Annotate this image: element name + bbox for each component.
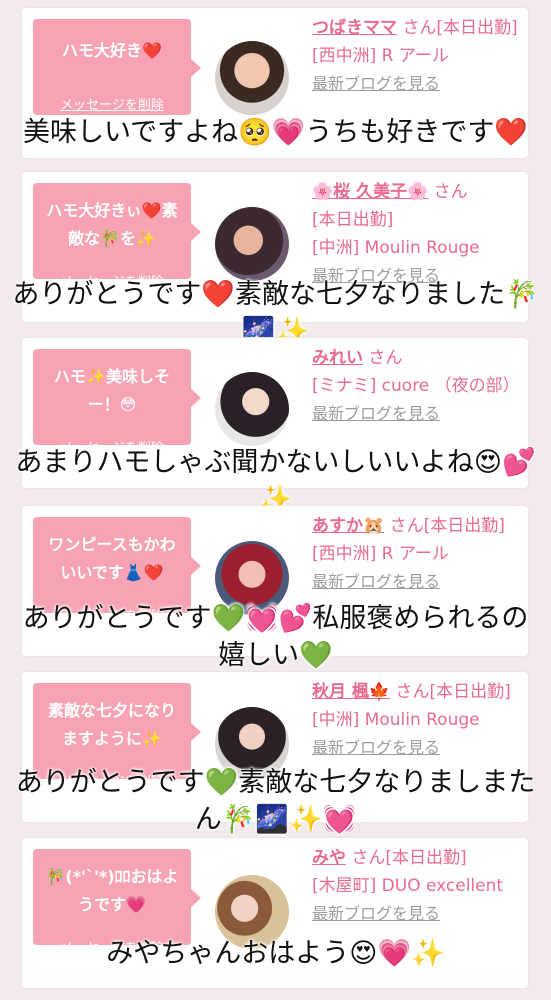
blog-link[interactable]: 最新ブログを見る — [312, 738, 440, 757]
status: [本日出勤] — [312, 210, 394, 230]
honorific: さん — [433, 182, 468, 202]
message-bubble: ワンピースもかわいいです👗❤️ メッセージを削除 — [33, 517, 201, 624]
message-text: ハモ✨美味しそー！😳 — [54, 367, 170, 414]
honorific: さん — [368, 348, 403, 368]
girl-name-link[interactable]: 🌸桜 久美子🌸 — [312, 182, 428, 202]
message-text: 素敵な七夕になりますように✨ — [47, 701, 176, 748]
girl-name-link[interactable]: みや — [312, 848, 346, 868]
reply-text: ありがとうです💚💓💕私服褒められるの嬉しい💚 — [22, 603, 529, 671]
shop-name[interactable]: [木屋町] DUO excellent — [312, 876, 503, 896]
message-bubble: ハモ大好きぃ❤️素敵な🎋を✨ メッセージを削除 — [33, 183, 201, 290]
message-bubble: 🎋(*'`'*)ﾛﾛおはようです💗 メッセージを削除 — [33, 849, 201, 956]
profile-info: みや さん[本日出勤] [木屋町] DUO excellent 最新ブログを見る — [312, 844, 522, 928]
message-text: ワンピースもかわいいです👗❤️ — [48, 535, 176, 582]
blog-link[interactable]: 最新ブログを見る — [312, 74, 440, 93]
profile-info: 🌸桜 久美子🌸 さん [本日出勤] [中洲] Moulin Rouge 最新ブロ… — [312, 178, 522, 290]
honorific: さん[本日出勤] — [395, 682, 511, 702]
girl-name-link[interactable]: つばきママ — [312, 18, 397, 38]
shop-name[interactable]: [西中洲] R アール — [312, 544, 449, 564]
avatar[interactable] — [215, 207, 289, 281]
blog-link[interactable]: 最新ブログを見る — [312, 572, 440, 591]
honorific: さん[本日出勤] — [351, 848, 467, 868]
blog-link[interactable]: 最新ブログを見る — [312, 904, 440, 923]
message-text: ハモ大好き❤️ — [62, 41, 162, 60]
honorific: さん[本日出勤] — [389, 516, 505, 536]
shop-name[interactable]: [中洲] Moulin Rouge — [312, 710, 480, 730]
reply-text: ありがとうです💚素敵な七夕なりましまたん🎋🌌✨💓 — [15, 767, 536, 835]
girl-name-link[interactable]: みれい — [312, 348, 363, 368]
profile-info: つばきママ さん[本日出勤] [西中洲] R アール 最新ブログを見る — [312, 14, 522, 98]
profile-info: みれい さん [ミナミ] cuore （夜の部） 最新ブログを見る — [312, 344, 522, 428]
shop-name[interactable]: [西中洲] R アール — [312, 46, 449, 66]
reply-text: みやちゃんおはよう😍💗✨ — [106, 938, 445, 969]
message-bubble: ハモ大好き❤️ メッセージを削除 — [33, 19, 201, 115]
shop-name[interactable]: [中洲] Moulin Rouge — [312, 238, 480, 258]
profile-info: 秋月 楓🍁 さん[本日出勤] [中洲] Moulin Rouge 最新ブログを見… — [312, 678, 522, 762]
girl-name-link[interactable]: 秋月 楓🍁 — [312, 682, 390, 702]
reply-text: 美味しいですよね🥺💗うちも好きです❤️ — [22, 117, 529, 148]
blog-link[interactable]: 最新ブログを見る — [312, 404, 440, 423]
shop-name[interactable]: [ミナミ] cuore （夜の部） — [312, 376, 520, 396]
message-text: ハモ大好きぃ❤️素敵な🎋を✨ — [46, 201, 178, 248]
message-text: 🎋(*'`'*)ﾛﾛおはようです💗 — [45, 867, 179, 914]
avatar[interactable] — [215, 41, 289, 115]
delete-message-link[interactable]: メッセージを削除 — [33, 94, 191, 113]
avatar[interactable] — [215, 372, 289, 446]
girl-name-link[interactable]: あすか🐹 — [312, 516, 384, 536]
message-bubble: ハモ✨美味しそー！😳 メッセージを削除 — [33, 349, 201, 456]
profile-info: あすか🐹 さん[本日出勤] [西中洲] R アール 最新ブログを見る — [312, 512, 522, 596]
honorific: さん[本日出勤] — [402, 18, 518, 38]
